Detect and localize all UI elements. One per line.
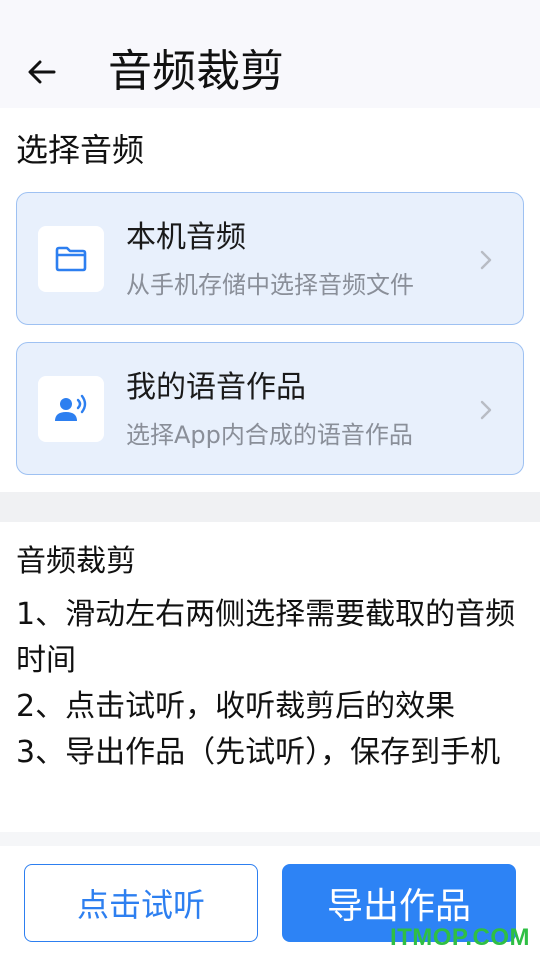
- preview-button[interactable]: 点击试听: [24, 864, 258, 942]
- instructions-section: 音频裁剪 1、滑动左右两侧选择需要截取的音频时间 2、点击试听，收听裁剪后的效果…: [0, 522, 540, 832]
- instruction-line: 1、滑动左右两侧选择需要截取的音频时间: [16, 597, 516, 678]
- card-title: 我的语音作品: [126, 370, 306, 405]
- bottom-action-bar: 点击试听 导出作品 ITMOP.COM: [0, 846, 540, 960]
- instruction-line: 3、导出作品（先试听），保存到手机: [16, 735, 501, 770]
- instruction-line: 2、点击试听，收听裁剪后的效果: [16, 689, 456, 724]
- arrow-left-icon: [28, 60, 56, 84]
- section-divider: [0, 492, 540, 522]
- card-title: 本机音频: [126, 220, 246, 255]
- instructions-list: 1、滑动左右两侧选择需要截取的音频时间 2、点击试听，收听裁剪后的效果 3、导出…: [16, 592, 526, 776]
- instructions-title: 音频裁剪: [16, 544, 136, 579]
- page-title: 音频裁剪: [108, 46, 284, 97]
- back-button[interactable]: [24, 52, 60, 92]
- folder-icon: [38, 226, 104, 292]
- section-title: 选择音频: [16, 131, 145, 169]
- voice-user-icon: [38, 376, 104, 442]
- watermark-logo: ITMOP.COM: [389, 924, 530, 951]
- card-subtitle: 从手机存储中选择音频文件: [126, 271, 414, 299]
- chevron-right-icon: [480, 250, 492, 270]
- my-voice-works-card[interactable]: 我的语音作品 选择App内合成的语音作品: [16, 342, 524, 475]
- app-header: 音频裁剪: [0, 0, 540, 108]
- card-subtitle: 选择App内合成的语音作品: [126, 421, 413, 449]
- local-audio-card[interactable]: 本机音频 从手机存储中选择音频文件: [16, 192, 524, 325]
- chevron-right-icon: [480, 400, 492, 420]
- select-audio-section: 选择音频 本机音频 从手机存储中选择音频文件 我的语音作品 选择App内合成的语…: [0, 108, 540, 492]
